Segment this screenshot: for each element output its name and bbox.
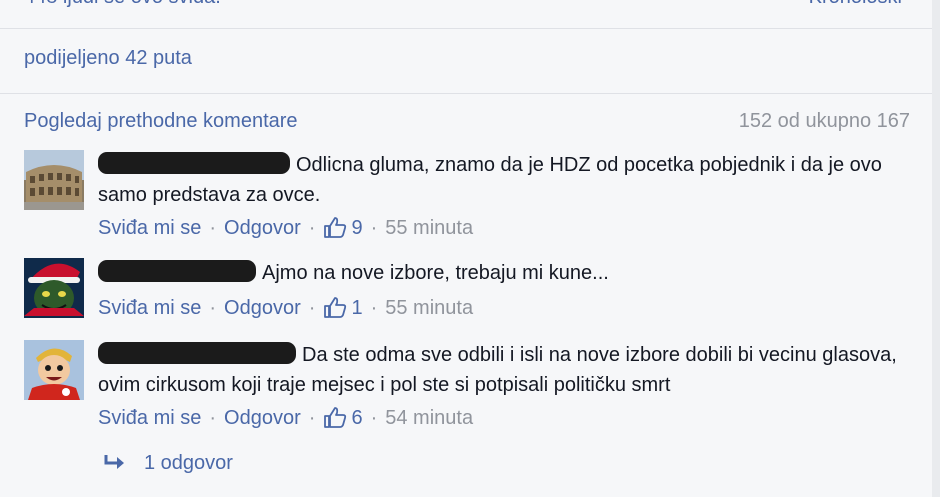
author-name-redacted[interactable] xyxy=(98,152,290,174)
like-count: 6 xyxy=(351,407,363,429)
comments-count: 152 od ukupno 167 xyxy=(738,110,910,132)
shares-link[interactable]: podijeljeno 42 puta xyxy=(24,47,192,70)
sort-order-link[interactable]: Kronološki xyxy=(809,0,902,9)
reply-arrow-icon xyxy=(104,455,124,469)
author-name-redacted[interactable] xyxy=(98,260,256,282)
comment-likes[interactable]: 1 xyxy=(323,297,363,319)
comment-likes[interactable]: 9 xyxy=(323,217,363,239)
comments-panel: 448 ljudi se ovo sviđa. Kronološki podij… xyxy=(0,0,932,497)
grinch-santa-avatar[interactable] xyxy=(24,258,84,318)
divider xyxy=(0,28,932,29)
scrollbar[interactable] xyxy=(932,0,940,497)
divider xyxy=(0,93,932,94)
view-previous-comments-link[interactable]: Pogledaj prethodne komentare xyxy=(24,110,298,133)
author-name-redacted[interactable] xyxy=(98,342,296,364)
comment-actions: Sviđa mi se · Odgovor · 6 · 54 minuta xyxy=(98,407,474,429)
reply-button[interactable]: Odgovor xyxy=(224,217,301,239)
comment-actions: Sviđa mi se · Odgovor · 1 · 55 minuta xyxy=(98,297,474,319)
comment-body: Da ste odma sve odbili i isli na nove iz… xyxy=(98,340,898,400)
like-button[interactable]: Sviđa mi se xyxy=(98,407,201,429)
comment-body: Ajmo na nove izbore, trebaju mi kune... xyxy=(98,258,898,288)
comment-text: Ajmo na nove izbore, trebaju mi kune... xyxy=(262,262,609,284)
like-count: 1 xyxy=(351,297,363,319)
thumbs-up-icon xyxy=(324,407,347,428)
comment-timestamp[interactable]: 55 minuta xyxy=(385,297,473,319)
comment-likes[interactable]: 6 xyxy=(323,407,363,429)
comment-body: Odlicna gluma, znamo da je HDZ od pocetk… xyxy=(98,150,898,210)
view-replies-link[interactable]: 1 odgovor xyxy=(104,452,233,475)
like-button[interactable]: Sviđa mi se xyxy=(98,297,201,319)
comment-actions: Sviđa mi se · Odgovor · 9 · 55 minuta xyxy=(98,217,474,239)
thumbs-up-icon xyxy=(324,297,347,318)
thumbs-up-icon xyxy=(324,217,347,238)
reply-button[interactable]: Odgovor xyxy=(224,407,301,429)
reply-button[interactable]: Odgovor xyxy=(224,297,301,319)
like-button[interactable]: Sviđa mi se xyxy=(98,217,201,239)
colosseum-photo-avatar[interactable] xyxy=(24,150,84,210)
cartoon-boy-avatar[interactable] xyxy=(24,340,84,400)
replies-count-label: 1 odgovor xyxy=(144,452,233,474)
comment-timestamp[interactable]: 54 minuta xyxy=(385,407,473,429)
like-count: 9 xyxy=(351,217,363,239)
likes-summary-link[interactable]: 448 ljudi se ovo sviđa. xyxy=(24,0,221,9)
comment-timestamp[interactable]: 55 minuta xyxy=(385,217,473,239)
